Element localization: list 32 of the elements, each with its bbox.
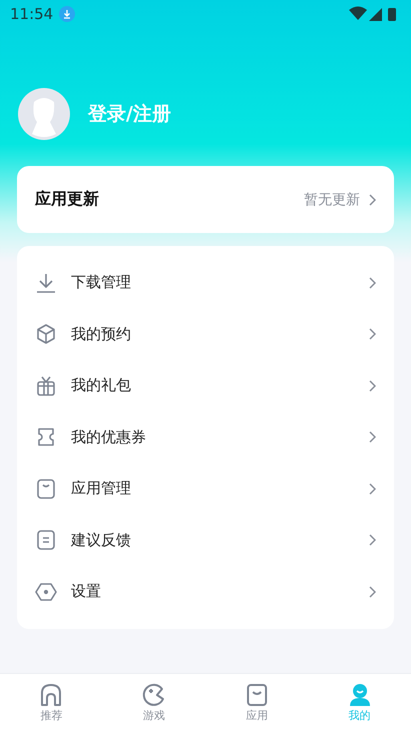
menu-item[interactable]: 设置 bbox=[71, 582, 354, 602]
chevron-right-icon bbox=[368, 534, 376, 546]
download-notification-icon bbox=[59, 6, 76, 22]
update-status: 暂无更新 bbox=[304, 190, 360, 208]
cube-icon bbox=[35, 323, 57, 346]
chevron-right-icon bbox=[368, 380, 376, 392]
bag-icon bbox=[35, 478, 57, 500]
menu-item[interactable]: 应用管理 bbox=[71, 479, 354, 498]
status-time: 11:54 bbox=[10, 5, 54, 23]
menu-item[interactable]: 我的预约 bbox=[71, 324, 354, 344]
card-title: 应用更新 bbox=[35, 189, 99, 210]
gift-icon bbox=[35, 374, 57, 397]
home-icon bbox=[39, 682, 64, 706]
menu-item[interactable]: 我的礼包 bbox=[71, 376, 354, 396]
ticket-icon bbox=[35, 426, 57, 448]
bag-icon bbox=[244, 682, 269, 706]
app-update-card[interactable]: 应用更新 暂无更新 bbox=[17, 166, 394, 233]
menu-item[interactable]: 我的优惠券 bbox=[71, 428, 354, 447]
pacman-icon bbox=[142, 682, 166, 706]
chevron-right-icon bbox=[368, 328, 376, 340]
menu-item[interactable]: 建议反馈 bbox=[71, 530, 354, 550]
chevron-right-icon bbox=[368, 482, 376, 495]
chevron-right-icon bbox=[368, 586, 376, 598]
chevron-right-icon bbox=[368, 431, 376, 444]
person-icon bbox=[348, 682, 372, 706]
download-icon bbox=[35, 272, 57, 294]
settings-icon bbox=[35, 580, 57, 603]
chevron-right-icon bbox=[368, 194, 376, 206]
chevron-right-icon bbox=[368, 276, 376, 289]
menu-item[interactable]: 下载管理 bbox=[71, 273, 354, 292]
avatar bbox=[18, 88, 70, 140]
note-icon bbox=[35, 529, 57, 552]
